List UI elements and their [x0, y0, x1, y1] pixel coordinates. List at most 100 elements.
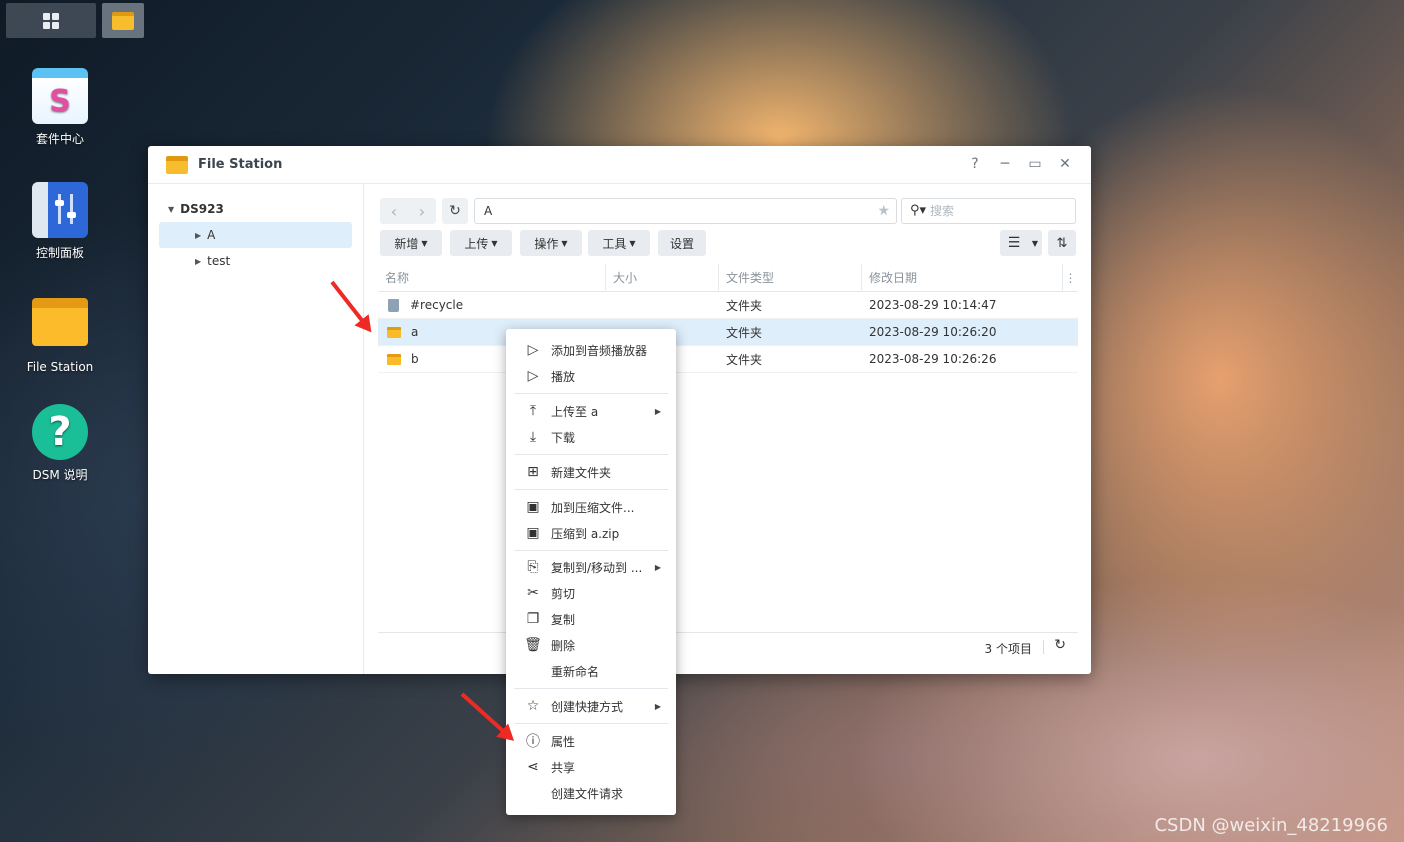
item-count: 3 个项目 — [984, 642, 1032, 656]
menu-item-label: 创建快捷方式 — [551, 699, 624, 714]
column-size[interactable]: 大小 — [606, 263, 719, 292]
file-modified: 2023-08-29 10:26:26 — [869, 352, 997, 366]
star-icon: ☆ — [526, 698, 540, 714]
menu-item-create-file-request[interactable]: 创建文件请求 — [506, 780, 676, 806]
file-name: b — [411, 352, 419, 366]
desktop-icon-dsm-help[interactable]: ? DSM 说明 — [10, 404, 110, 483]
tree-item-a[interactable]: ▶ A — [159, 222, 352, 248]
table-row[interactable]: b 文件夹 2023-08-29 10:26:26 — [378, 346, 1078, 373]
menu-item-add-to-audio-player[interactable]: ▷ 添加到音频播放器 — [506, 337, 676, 363]
grid-icon — [43, 12, 59, 29]
search-icon: ⚲▾ — [910, 203, 927, 218]
star-icon[interactable]: ★ — [877, 199, 890, 223]
upload-icon: ⤒ — [529, 403, 537, 419]
folder-icon — [32, 298, 88, 354]
tree-item-label: test — [207, 254, 231, 268]
view-mode-button[interactable]: ☰ ▼ — [1000, 230, 1042, 256]
control-panel-icon — [32, 182, 88, 238]
menu-item-create-shortcut[interactable]: ☆ 创建快捷方式 ▶ — [506, 693, 676, 719]
annotation-arrow — [460, 692, 513, 740]
column-name[interactable]: 名称 — [378, 263, 606, 292]
desktop-icon-package-center[interactable]: S 套件中心 — [10, 68, 110, 147]
share-icon: ⋖ — [527, 759, 539, 775]
play-icon: ▷ — [527, 368, 539, 384]
chevron-down-icon: ▼ — [1031, 238, 1039, 248]
menu-item-download[interactable]: ⤓ 下载 — [506, 424, 676, 450]
menu-item-copy[interactable]: ❐ 复制 — [506, 606, 676, 632]
folder-icon — [112, 11, 134, 30]
menu-item-label: 复制到/移动到 ... — [551, 560, 643, 575]
maximize-button[interactable]: ▭ — [1027, 156, 1043, 172]
menu-item-add-to-archive[interactable]: ▣ 加到压缩文件... — [506, 494, 676, 520]
create-button[interactable]: 新增 ▼ — [380, 230, 442, 256]
column-modified[interactable]: 修改日期 — [862, 263, 1063, 292]
file-type: 文件夹 — [726, 325, 763, 340]
file-type: 文件夹 — [726, 298, 763, 313]
menu-item-upload-to[interactable]: ⤒ 上传至 a ▶ — [506, 398, 676, 424]
sort-button[interactable]: ⇅ — [1048, 230, 1076, 256]
desktop-icon-label: DSM 说明 — [32, 468, 88, 482]
table-row[interactable]: a 文件夹 2023-08-29 10:26:20 — [378, 319, 1078, 346]
status-bar: 3 个项目 ↻ — [378, 632, 1078, 660]
info-icon: ⓘ — [526, 734, 540, 750]
menu-item-properties[interactable]: ⓘ 属性 — [506, 728, 676, 754]
menu-item-copy-move[interactable]: ⎘ 复制到/移动到 ... ▶ — [506, 554, 676, 580]
tools-label: 工具 — [602, 236, 627, 251]
new-folder-icon: ⊞ — [527, 464, 539, 480]
column-type[interactable]: 文件类型 — [719, 263, 862, 292]
refresh-button[interactable]: ↻ — [442, 198, 468, 224]
menu-item-label: 剪切 — [551, 586, 576, 601]
menu-item-label: 属性 — [551, 734, 576, 749]
desktop-icon-file-station[interactable]: File Station — [10, 292, 110, 374]
menu-item-delete[interactable]: 🗑 删除 — [506, 632, 676, 658]
caret-right-icon[interactable]: ▶ — [195, 257, 201, 266]
folder-tree: ▼ DS923 ▶ A ▶ test — [148, 184, 364, 674]
minimize-button[interactable]: ─ — [997, 156, 1013, 172]
upload-label: 上传 — [464, 236, 489, 251]
desktop-icon-control-panel[interactable]: 控制面板 — [10, 182, 110, 261]
forward-button[interactable]: › — [408, 198, 436, 224]
menu-item-share[interactable]: ⋖ 共享 — [506, 754, 676, 780]
search-input[interactable]: ⚲▾ 搜索 — [901, 198, 1076, 224]
menu-item-new-folder[interactable]: ⊞ 新建文件夹 — [506, 459, 676, 485]
caret-down-icon[interactable]: ▼ — [168, 205, 174, 214]
scissors-icon: ✂ — [527, 585, 539, 601]
menu-item-cut[interactable]: ✂ 剪切 — [506, 580, 676, 606]
menu-item-label: 新建文件夹 — [551, 465, 612, 480]
main-menu-button[interactable] — [6, 3, 96, 38]
download-icon: ⤓ — [529, 429, 537, 445]
menu-item-label: 下载 — [551, 430, 576, 445]
desktop-icon-label: 控制面板 — [35, 246, 84, 260]
refresh-icon[interactable]: ↻ — [1054, 637, 1066, 653]
menu-item-play[interactable]: ▷ 播放 — [506, 363, 676, 389]
file-name: #recycle — [410, 298, 464, 312]
caret-right-icon[interactable]: ▶ — [195, 231, 201, 240]
upload-button[interactable]: 上传 ▼ — [450, 230, 512, 256]
watermark: CSDN @weixin_48219966 — [1154, 815, 1388, 836]
path-text: A — [484, 204, 493, 218]
submenu-arrow-icon: ▶ — [654, 562, 661, 572]
menu-item-rename[interactable]: 重新命名 — [506, 658, 676, 684]
settings-button[interactable]: 设置 — [658, 230, 706, 256]
file-modified: 2023-08-29 10:26:20 — [869, 325, 997, 339]
file-name: a — [411, 325, 419, 339]
menu-item-compress-zip[interactable]: ▣ 压缩到 a.zip — [506, 520, 676, 546]
menu-item-label: 重新命名 — [551, 664, 600, 679]
file-type: 文件夹 — [726, 352, 763, 367]
action-button[interactable]: 操作 ▼ — [520, 230, 582, 256]
taskbar-file-station-button[interactable] — [102, 3, 144, 38]
recycle-bin-icon — [388, 299, 399, 312]
tree-root-ds923[interactable]: ▼ DS923 — [148, 196, 363, 222]
window-titlebar[interactable]: File Station ? ─ ▭ ✕ — [148, 146, 1091, 184]
back-button[interactable]: ‹ — [380, 198, 408, 224]
window-title: File Station — [198, 157, 283, 172]
path-field[interactable]: A ★ — [474, 198, 897, 224]
tools-button[interactable]: 工具 ▼ — [588, 230, 650, 256]
close-button[interactable]: ✕ — [1057, 156, 1073, 172]
tree-item-test[interactable]: ▶ test — [159, 248, 352, 274]
column-menu-icon[interactable]: ⋮ — [1063, 271, 1078, 285]
table-row[interactable]: #recycle 文件夹 2023-08-29 10:14:47 — [378, 292, 1078, 319]
help-button[interactable]: ? — [967, 156, 983, 172]
folder-icon — [387, 327, 401, 338]
desktop-icon-label: 套件中心 — [35, 132, 84, 146]
